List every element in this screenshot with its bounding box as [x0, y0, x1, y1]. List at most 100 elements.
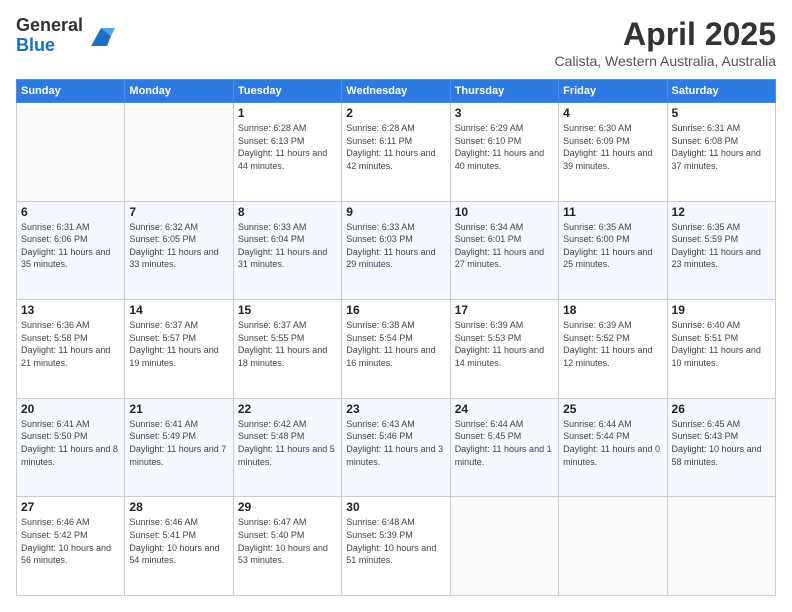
logo-general: General [16, 16, 83, 36]
day-cell [667, 497, 775, 596]
day-number: 10 [455, 205, 554, 219]
day-info: Sunrise: 6:39 AMSunset: 5:52 PMDaylight:… [563, 319, 662, 369]
day-number: 28 [129, 500, 228, 514]
header: General Blue April 2025 Calista, Western… [16, 16, 776, 69]
day-cell: 16 Sunrise: 6:38 AMSunset: 5:54 PMDayligh… [342, 300, 450, 399]
day-info: Sunrise: 6:48 AMSunset: 5:39 PMDaylight:… [346, 516, 445, 566]
week-row-2: 6 Sunrise: 6:31 AMSunset: 6:06 PMDaylight… [17, 201, 776, 300]
day-info: Sunrise: 6:41 AMSunset: 5:49 PMDaylight:… [129, 418, 228, 468]
day-number: 15 [238, 303, 337, 317]
day-cell: 11Sunrise: 6:35 AMSunset: 6:00 PMDayligh… [559, 201, 667, 300]
main-title: April 2025 [554, 16, 776, 53]
day-info: Sunrise: 6:36 AMSunset: 5:58 PMDaylight:… [21, 319, 120, 369]
page: General Blue April 2025 Calista, Western… [0, 0, 792, 612]
day-cell: 26Sunrise: 6:45 AMSunset: 5:43 PMDayligh… [667, 398, 775, 497]
day-cell: 4 Sunrise: 6:30 AMSunset: 6:09 PMDaylight… [559, 103, 667, 202]
day-number: 14 [129, 303, 228, 317]
day-cell: 20 Sunrise: 6:41 AMSunset: 5:50 PMDayligh… [17, 398, 125, 497]
day-number: 5 [672, 106, 771, 120]
day-number: 23 [346, 402, 445, 416]
day-number: 18 [563, 303, 662, 317]
week-row-4: 20 Sunrise: 6:41 AMSunset: 5:50 PMDayligh… [17, 398, 776, 497]
day-number: 1 [238, 106, 337, 120]
day-number: 21 [129, 402, 228, 416]
col-header-saturday: Saturday [667, 80, 775, 103]
day-cell: 9 Sunrise: 6:33 AMSunset: 6:03 PMDaylight… [342, 201, 450, 300]
day-cell: 8Sunrise: 6:33 AMSunset: 6:04 PMDaylight… [233, 201, 341, 300]
day-info: Sunrise: 6:44 AMSunset: 5:45 PMDaylight:… [455, 418, 554, 468]
day-info: Sunrise: 6:32 AMSunset: 6:05 PMDaylight:… [129, 221, 228, 271]
day-cell: 18 Sunrise: 6:39 AMSunset: 5:52 PMDayligh… [559, 300, 667, 399]
day-info: Sunrise: 6:31 AMSunset: 6:06 PMDaylight:… [21, 221, 120, 271]
day-info: Sunrise: 6:37 AMSunset: 5:55 PMDaylight:… [238, 319, 337, 369]
day-cell: 28 Sunrise: 6:46 AMSunset: 5:41 PMDayligh… [125, 497, 233, 596]
day-cell [125, 103, 233, 202]
day-info: Sunrise: 6:46 AMSunset: 5:41 PMDaylight:… [129, 516, 228, 566]
header-row: SundayMondayTuesdayWednesdayThursdayFrid… [17, 80, 776, 103]
day-info: Sunrise: 6:28 AMSunset: 6:11 PMDaylight:… [346, 122, 445, 172]
col-header-thursday: Thursday [450, 80, 558, 103]
day-number: 22 [238, 402, 337, 416]
day-info: Sunrise: 6:29 AMSunset: 6:10 PMDaylight:… [455, 122, 554, 172]
day-info: Sunrise: 6:47 AMSunset: 5:40 PMDaylight:… [238, 516, 337, 566]
day-number: 6 [21, 205, 120, 219]
day-info: Sunrise: 6:28 AMSunset: 6:13 PMDaylight:… [238, 122, 337, 172]
day-cell: 7 Sunrise: 6:32 AMSunset: 6:05 PMDaylight… [125, 201, 233, 300]
day-info: Sunrise: 6:44 AMSunset: 5:44 PMDaylight:… [563, 418, 662, 468]
col-header-friday: Friday [559, 80, 667, 103]
day-number: 3 [455, 106, 554, 120]
day-number: 2 [346, 106, 445, 120]
day-cell: 25Sunrise: 6:44 AMSunset: 5:44 PMDayligh… [559, 398, 667, 497]
day-cell: 17Sunrise: 6:39 AMSunset: 5:53 PMDayligh… [450, 300, 558, 399]
day-info: Sunrise: 6:37 AMSunset: 5:57 PMDaylight:… [129, 319, 228, 369]
title-block: April 2025 Calista, Western Australia, A… [554, 16, 776, 69]
col-header-tuesday: Tuesday [233, 80, 341, 103]
day-cell: 21 Sunrise: 6:41 AMSunset: 5:49 PMDayligh… [125, 398, 233, 497]
day-number: 17 [455, 303, 554, 317]
day-cell [559, 497, 667, 596]
day-info: Sunrise: 6:43 AMSunset: 5:46 PMDaylight:… [346, 418, 445, 468]
day-info: Sunrise: 6:35 AMSunset: 5:59 PMDaylight:… [672, 221, 771, 271]
day-info: Sunrise: 6:33 AMSunset: 6:03 PMDaylight:… [346, 221, 445, 271]
day-number: 12 [672, 205, 771, 219]
day-info: Sunrise: 6:38 AMSunset: 5:54 PMDaylight:… [346, 319, 445, 369]
col-header-monday: Monday [125, 80, 233, 103]
day-number: 13 [21, 303, 120, 317]
logo-blue: Blue [16, 36, 83, 56]
subtitle: Calista, Western Australia, Australia [554, 53, 776, 69]
week-row-5: 27Sunrise: 6:46 AMSunset: 5:42 PMDayligh… [17, 497, 776, 596]
day-number: 16 [346, 303, 445, 317]
calendar-table: SundayMondayTuesdayWednesdayThursdayFrid… [16, 79, 776, 596]
day-number: 24 [455, 402, 554, 416]
day-info: Sunrise: 6:33 AMSunset: 6:04 PMDaylight:… [238, 221, 337, 271]
day-number: 4 [563, 106, 662, 120]
day-number: 26 [672, 402, 771, 416]
day-info: Sunrise: 6:40 AMSunset: 5:51 PMDaylight:… [672, 319, 771, 369]
day-info: Sunrise: 6:46 AMSunset: 5:42 PMDaylight:… [21, 516, 120, 566]
day-cell: 29 Sunrise: 6:47 AMSunset: 5:40 PMDayligh… [233, 497, 341, 596]
day-number: 29 [238, 500, 337, 514]
day-cell: 10Sunrise: 6:34 AMSunset: 6:01 PMDayligh… [450, 201, 558, 300]
day-info: Sunrise: 6:30 AMSunset: 6:09 PMDaylight:… [563, 122, 662, 172]
day-cell: 2 Sunrise: 6:28 AMSunset: 6:11 PMDaylight… [342, 103, 450, 202]
day-cell: 27Sunrise: 6:46 AMSunset: 5:42 PMDayligh… [17, 497, 125, 596]
day-cell: 30Sunrise: 6:48 AMSunset: 5:39 PMDayligh… [342, 497, 450, 596]
day-cell: 22 Sunrise: 6:42 AMSunset: 5:48 PMDayligh… [233, 398, 341, 497]
day-info: Sunrise: 6:31 AMSunset: 6:08 PMDaylight:… [672, 122, 771, 172]
day-cell: 14 Sunrise: 6:37 AMSunset: 5:57 PMDayligh… [125, 300, 233, 399]
day-cell [450, 497, 558, 596]
day-cell: 23 Sunrise: 6:43 AMSunset: 5:46 PMDayligh… [342, 398, 450, 497]
day-number: 9 [346, 205, 445, 219]
col-header-sunday: Sunday [17, 80, 125, 103]
logo: General Blue [16, 16, 115, 56]
day-number: 7 [129, 205, 228, 219]
day-cell [17, 103, 125, 202]
day-cell: 12 Sunrise: 6:35 AMSunset: 5:59 PMDayligh… [667, 201, 775, 300]
day-cell: 6 Sunrise: 6:31 AMSunset: 6:06 PMDaylight… [17, 201, 125, 300]
day-number: 11 [563, 205, 662, 219]
day-cell: 24 Sunrise: 6:44 AMSunset: 5:45 PMDayligh… [450, 398, 558, 497]
week-row-1: 1 Sunrise: 6:28 AMSunset: 6:13 PMDaylight… [17, 103, 776, 202]
day-number: 20 [21, 402, 120, 416]
day-info: Sunrise: 6:42 AMSunset: 5:48 PMDaylight:… [238, 418, 337, 468]
day-info: Sunrise: 6:41 AMSunset: 5:50 PMDaylight:… [21, 418, 120, 468]
